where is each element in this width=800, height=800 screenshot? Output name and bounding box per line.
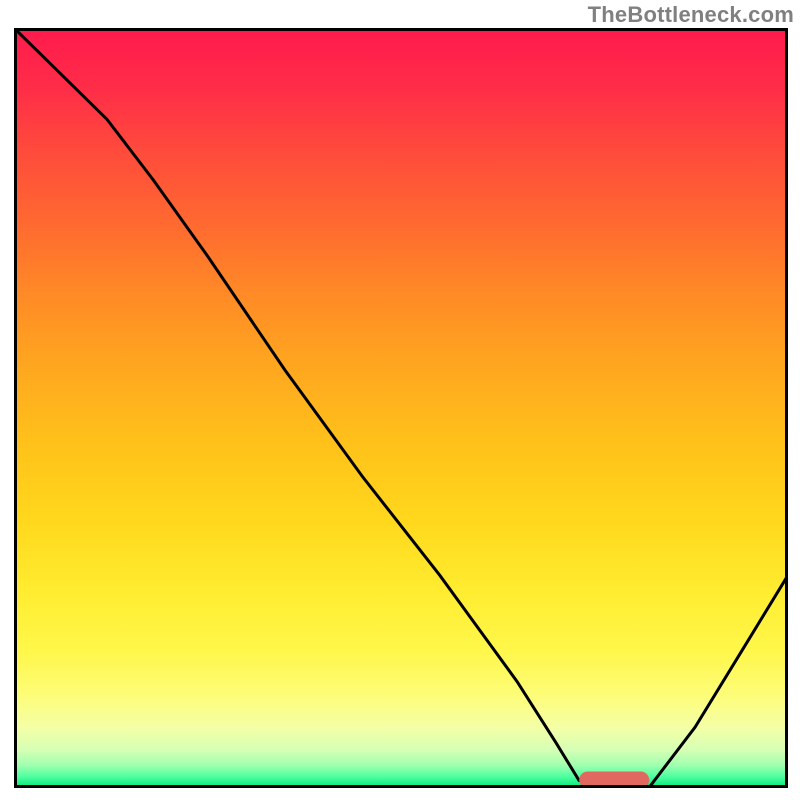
plot-area [14, 28, 788, 788]
attribution-text: TheBottleneck.com [588, 2, 794, 28]
bottleneck-curve [14, 28, 788, 788]
optimal-range-marker [579, 772, 649, 789]
curve-line [14, 28, 788, 788]
chart-container: TheBottleneck.com [0, 0, 800, 800]
